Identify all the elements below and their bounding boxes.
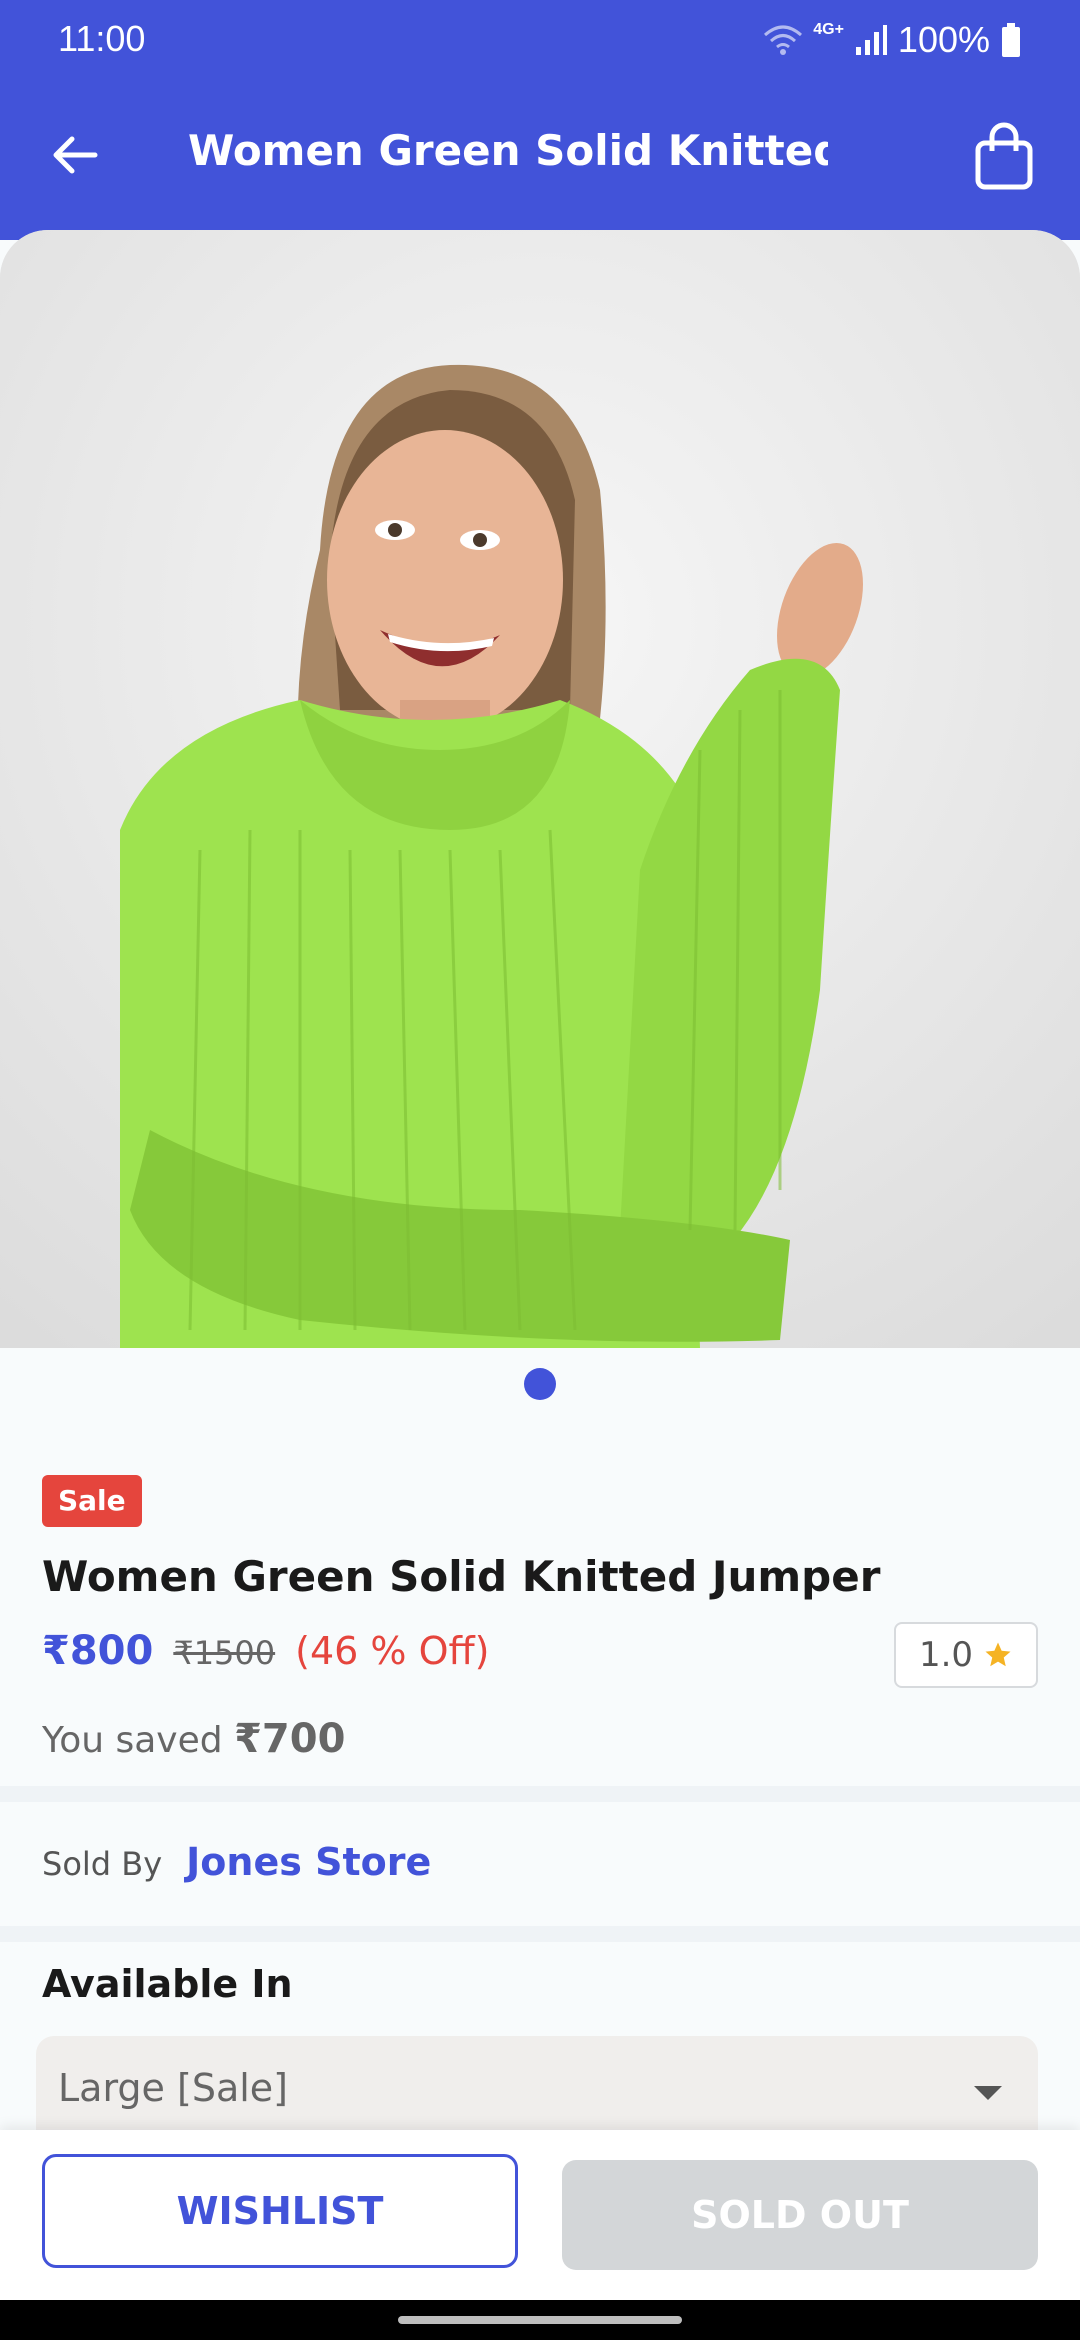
sale-badge: Sale xyxy=(42,1475,142,1527)
bottom-action-bar: WISHLIST SOLD OUT xyxy=(0,2130,1080,2300)
wifi-icon xyxy=(763,23,803,57)
section-divider xyxy=(0,1926,1080,1942)
original-price: ₹1500 xyxy=(173,1634,276,1672)
product-image[interactable] xyxy=(0,230,1080,1348)
dropdown-caret-icon xyxy=(974,2086,1002,2100)
battery-icon xyxy=(1000,22,1022,58)
sold-by-label: Sold By xyxy=(42,1845,163,1883)
page-title: Women Green Solid Knitted ... xyxy=(188,126,828,175)
network-type: 4G+ xyxy=(813,21,844,38)
wishlist-button[interactable]: WISHLIST xyxy=(42,2154,518,2268)
savings-amount: ₹700 xyxy=(234,1716,346,1762)
status-bar: 11:00 4G+ 100% xyxy=(0,0,1080,80)
status-time: 11:00 xyxy=(58,18,146,59)
battery-level: 100% xyxy=(897,19,990,60)
section-divider xyxy=(0,1786,1080,1802)
shopping-bag-icon xyxy=(975,122,1033,190)
app-bar: Women Green Solid Knitted ... xyxy=(0,100,1080,212)
system-nav-bar xyxy=(0,2300,1080,2340)
signal-icon xyxy=(854,23,888,57)
savings-text: You saved ₹700 xyxy=(42,1716,345,1762)
variant-selected-value: Large [Sale] xyxy=(58,2066,288,2110)
product-name: Women Green Solid Knitted Jumper xyxy=(42,1552,881,1601)
seller-name-link[interactable]: Jones Store xyxy=(186,1840,431,1884)
cart-button[interactable] xyxy=(964,116,1044,196)
carousel-indicator-dot[interactable] xyxy=(524,1368,556,1400)
savings-label: You saved xyxy=(42,1720,223,1761)
back-arrow-icon xyxy=(53,136,98,174)
available-in-heading: Available In xyxy=(42,1962,293,2006)
seller-row: Sold By Jones Store xyxy=(42,1840,431,1884)
rating-chip[interactable]: 1.0 xyxy=(894,1622,1038,1688)
discount-percent: (46 % Off) xyxy=(295,1629,490,1673)
status-icons: 4G+ 100% xyxy=(763,18,1022,62)
star-icon xyxy=(985,1642,1011,1667)
sale-price: ₹800 xyxy=(42,1628,154,1674)
sold-out-button: SOLD OUT xyxy=(562,2160,1038,2270)
home-gesture-handle[interactable] xyxy=(398,2316,682,2324)
price-row: ₹800 ₹1500 (46 % Off) xyxy=(42,1628,490,1684)
back-button[interactable] xyxy=(40,120,110,190)
rating-value: 1.0 xyxy=(918,1635,974,1675)
